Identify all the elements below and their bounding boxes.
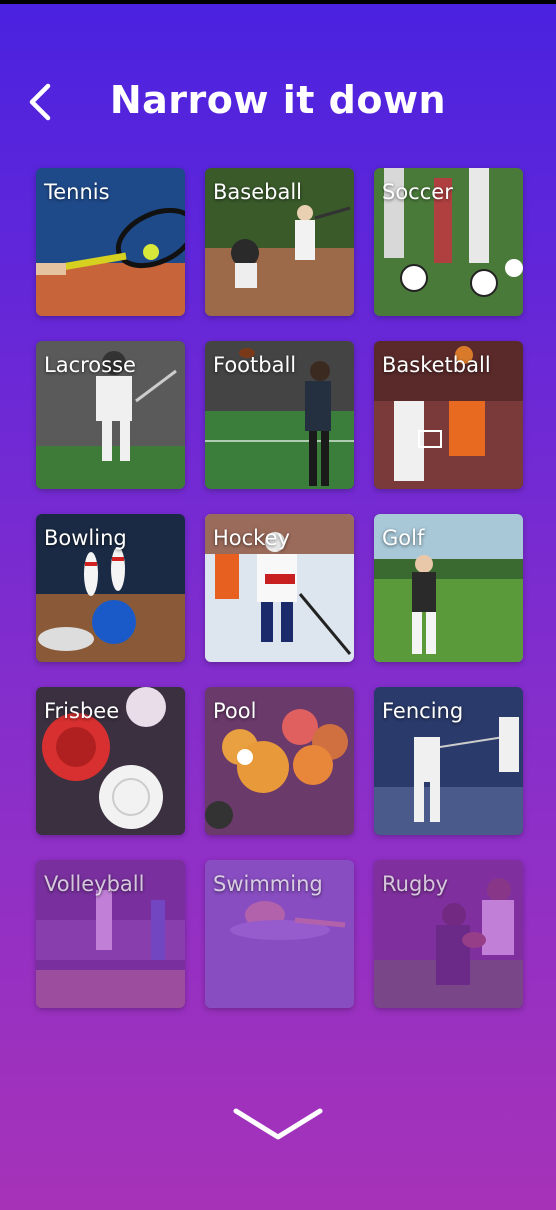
sport-tile-swimming[interactable]: Swimming [205, 860, 354, 1008]
sport-tile-pool[interactable]: Pool [205, 687, 354, 835]
sport-label: Lacrosse [44, 353, 136, 377]
sport-label: Golf [382, 526, 425, 550]
chevron-down-icon [233, 1108, 323, 1140]
sport-tile-football[interactable]: Football [205, 341, 354, 489]
sport-tile-bowling[interactable]: Bowling [36, 514, 185, 662]
sport-tile-rugby[interactable]: Rugby [374, 860, 523, 1008]
sport-label: Frisbee [44, 699, 120, 723]
sport-tile-lacrosse[interactable]: Lacrosse [36, 341, 185, 489]
sport-tile-basketball[interactable]: Basketball [374, 341, 523, 489]
sport-label: Swimming [213, 872, 323, 896]
sport-tile-tennis[interactable]: Tennis [36, 168, 185, 316]
sport-label: Basketball [382, 353, 491, 377]
sport-label: Tennis [44, 180, 110, 204]
sport-label: Hockey [213, 526, 290, 550]
show-more-button[interactable] [228, 1100, 328, 1150]
sport-label: Pool [213, 699, 257, 723]
sport-tile-volleyball[interactable]: Volleyball [36, 860, 185, 1008]
sport-label: Rugby [382, 872, 449, 896]
sport-tile-baseball[interactable]: Baseball [205, 168, 354, 316]
page-title: Narrow it down [109, 78, 447, 122]
status-bar [0, 0, 556, 4]
sport-tile-fencing[interactable]: Fencing [374, 687, 523, 835]
sport-tile-frisbee[interactable]: Frisbee [36, 687, 185, 835]
sport-label: Baseball [213, 180, 303, 204]
sport-label: Fencing [382, 699, 464, 723]
sport-label: Football [213, 353, 297, 377]
sport-tile-golf[interactable]: Golf [374, 514, 523, 662]
sport-tile-soccer[interactable]: Soccer [374, 168, 523, 316]
sport-label: Soccer [382, 180, 453, 204]
sport-label: Volleyball [44, 872, 145, 896]
sport-tile-hockey[interactable]: Hockey [205, 514, 354, 662]
sports-grid: Tennis Baseball Soccer Lacrosse Football… [36, 168, 523, 1008]
sport-label: Bowling [44, 526, 127, 550]
